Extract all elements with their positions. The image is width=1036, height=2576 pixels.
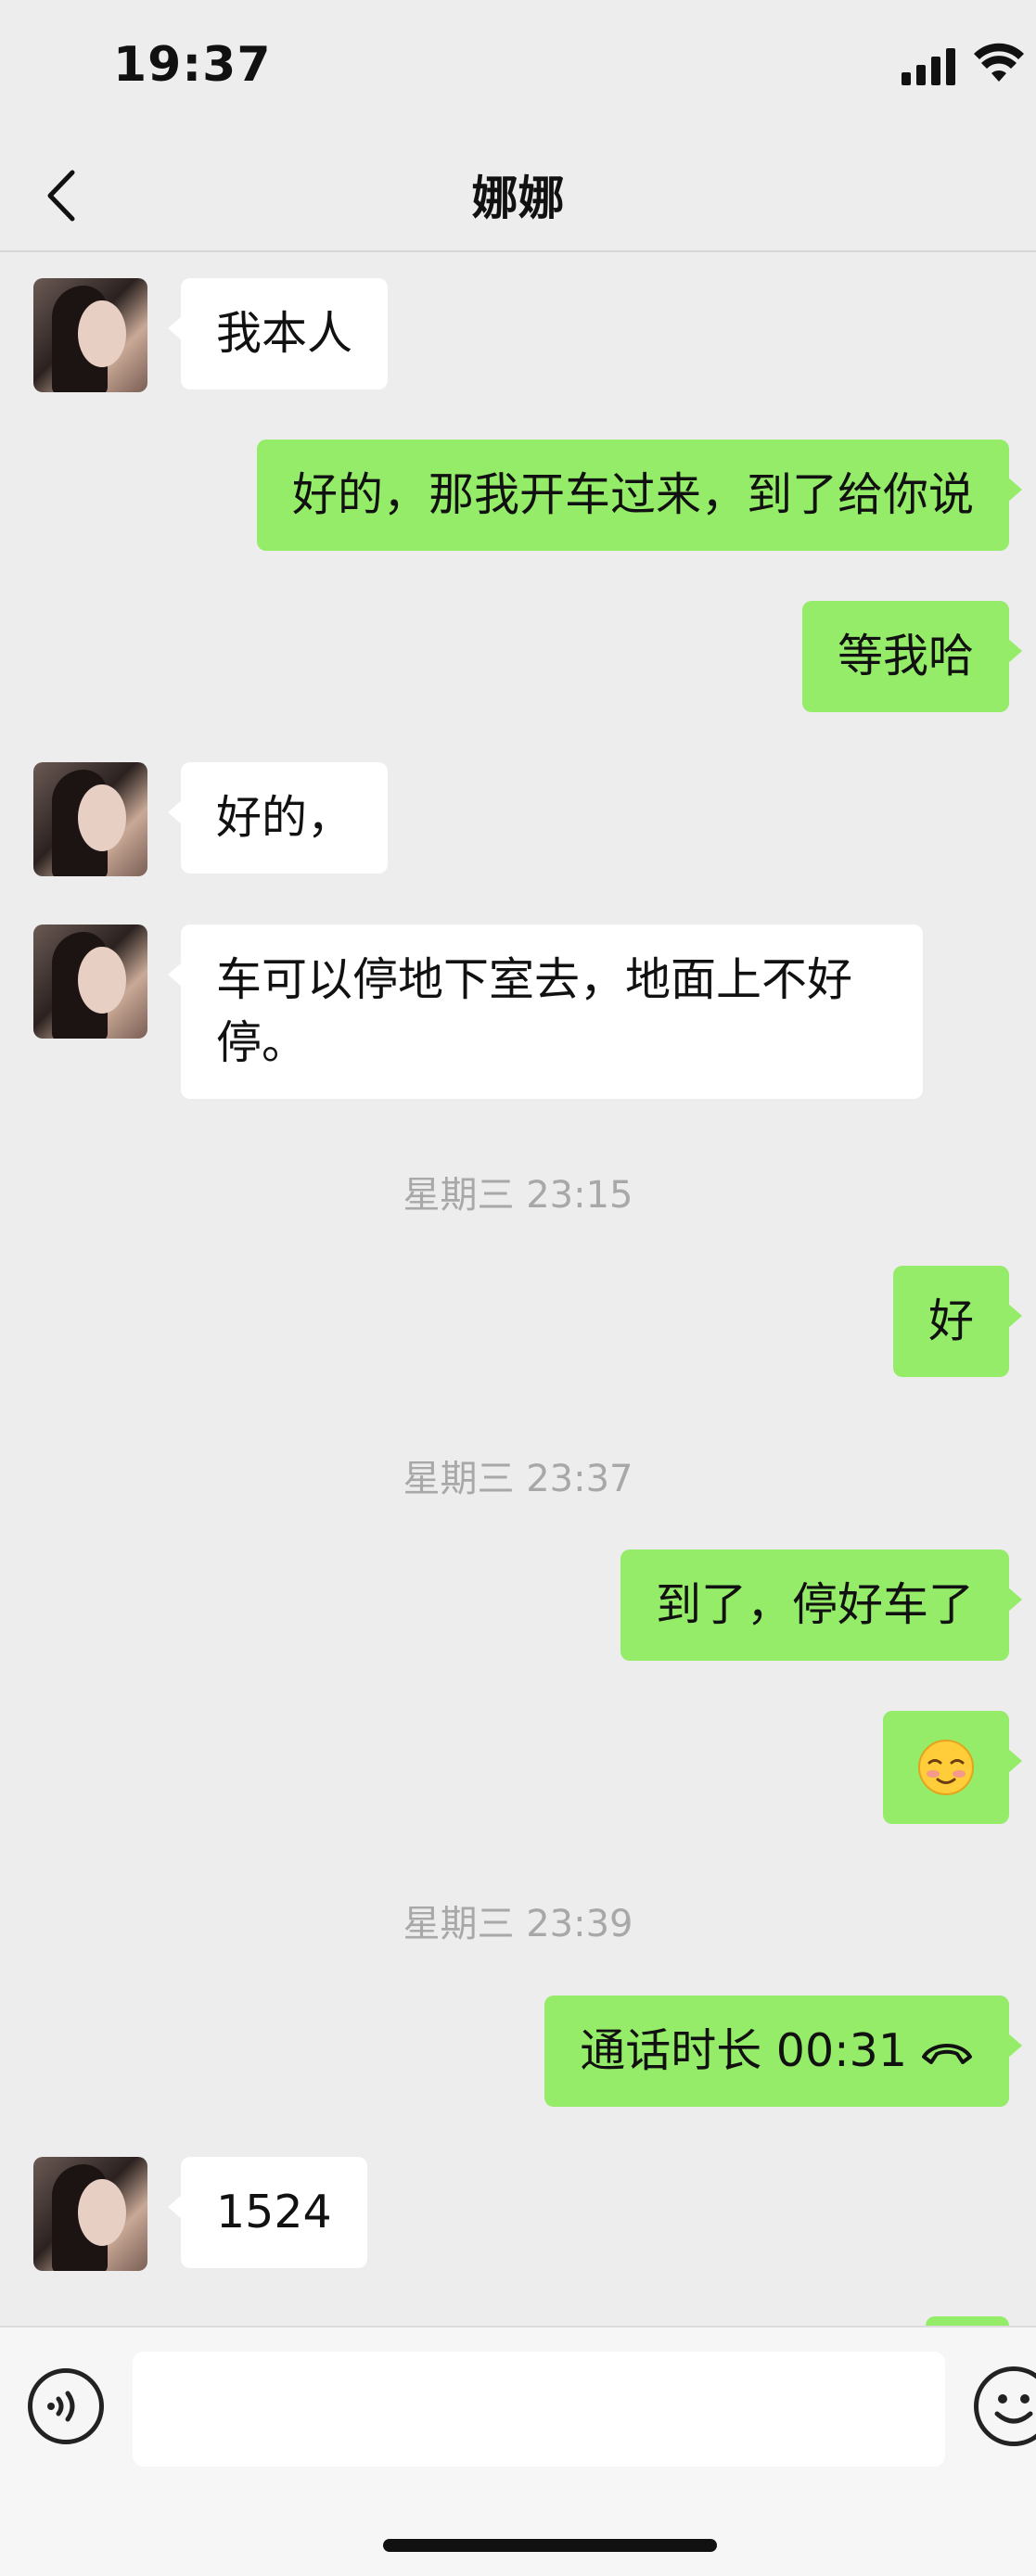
timestamp: 星期三 23:37 bbox=[403, 1458, 633, 1500]
message-received[interactable]: 好的， bbox=[167, 762, 389, 874]
avatar[interactable] bbox=[33, 278, 147, 392]
blushing-emoji-icon bbox=[918, 1740, 974, 1795]
message-list[interactable]: 我本人 好的，那我开车过来，到了给你说 等我哈 好的， 车可以停地下室去，地面上… bbox=[0, 252, 1036, 2326]
timestamp: 星期三 23:39 bbox=[403, 1903, 633, 1945]
message-sent-emoji[interactable] bbox=[883, 1711, 1022, 1824]
message-sent[interactable]: 好 bbox=[892, 1266, 1023, 1377]
voice-input-icon[interactable] bbox=[28, 2368, 104, 2444]
status-time: 19:37 bbox=[113, 37, 272, 93]
message-sent[interactable]: 到了，停好车了 bbox=[620, 1549, 1023, 1661]
status-bar: 19:37 bbox=[0, 0, 1036, 139]
message-sent[interactable]: 好的，那我开车过来，到了给你说 bbox=[256, 440, 1023, 551]
avatar[interactable] bbox=[33, 762, 147, 876]
avatar[interactable] bbox=[33, 925, 147, 1039]
message-sent-partial[interactable] bbox=[926, 2316, 1009, 2326]
emoji-icon[interactable] bbox=[974, 2366, 1036, 2446]
signal-icon bbox=[902, 48, 955, 85]
timestamp: 星期三 23:15 bbox=[403, 1174, 633, 1217]
message-received[interactable]: 车可以停地下室去，地面上不好停。 bbox=[168, 925, 923, 1099]
chat-header: 娜娜 bbox=[0, 139, 1036, 252]
home-indicator[interactable] bbox=[383, 2539, 717, 2552]
message-received[interactable]: 1524 bbox=[168, 2157, 367, 2268]
message-input[interactable] bbox=[133, 2352, 945, 2467]
wifi-icon bbox=[974, 43, 1024, 82]
message-sent[interactable]: 等我哈 bbox=[801, 601, 1023, 712]
chat-title: 娜娜 bbox=[471, 172, 565, 225]
call-record-bubble[interactable]: 通话时长 00:31 bbox=[544, 1996, 1022, 2107]
phone-hangup-icon bbox=[922, 2044, 972, 2064]
input-bar bbox=[0, 2326, 1036, 2576]
avatar[interactable] bbox=[33, 2157, 147, 2271]
call-duration-text: 通话时长 00:31 bbox=[580, 2024, 907, 2077]
message-received[interactable]: 我本人 bbox=[167, 278, 389, 389]
